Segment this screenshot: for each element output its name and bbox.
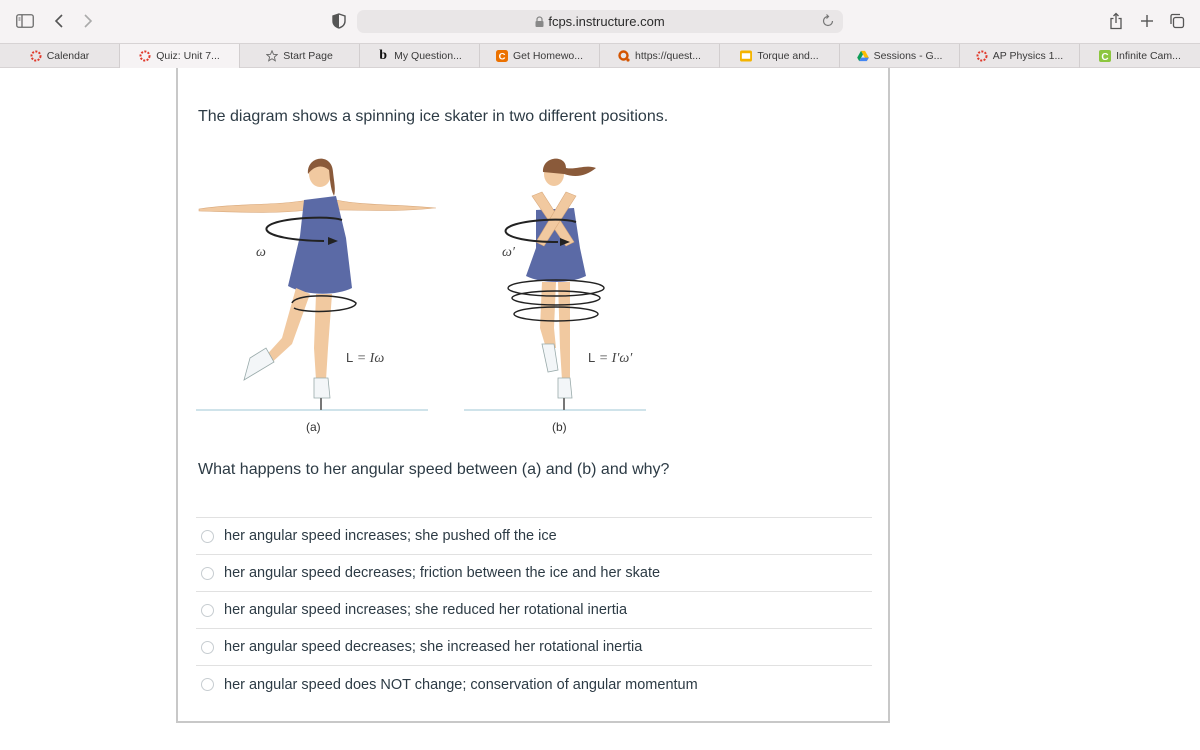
bookmark-my-questions[interactable]: b My Question... (360, 44, 480, 68)
panel-b-label: (b) (552, 420, 567, 434)
answer-option[interactable]: her angular speed decreases; friction be… (196, 555, 872, 592)
infinite-campus-icon: C (1099, 50, 1112, 62)
google-drive-icon (856, 50, 869, 62)
answer-option[interactable]: her angular speed increases; she pushed … (196, 518, 872, 555)
share-icon[interactable] (1105, 10, 1127, 32)
chevron-left-icon[interactable] (48, 10, 70, 32)
panel-a-label: (a) (306, 420, 321, 434)
svg-text:C: C (1101, 52, 1108, 62)
answer-text: her angular speed does NOT change; conse… (224, 676, 698, 693)
skater-panel-b: ω′ L = I′ω′ (b) (464, 158, 646, 434)
canvas-icon (976, 50, 988, 62)
bartleby-icon: b (379, 48, 388, 63)
lock-icon (535, 15, 544, 30)
question-text: What happens to her angular speed betwee… (198, 461, 670, 478)
chevron-right-icon[interactable] (77, 10, 99, 32)
equation-b: L = I′ω′ (588, 350, 633, 366)
bookmark-start-page[interactable]: Start Page (240, 44, 360, 68)
url-text: fcps.instructure.com (548, 14, 665, 29)
answer-list: her angular speed increases; she pushed … (196, 517, 872, 703)
quiz-question-frame: The diagram shows a spinning ice skater … (176, 68, 890, 723)
question-intro: The diagram shows a spinning ice skater … (198, 108, 669, 125)
ice-skater-diagram: ω L = Iω (a) ω′ L = I′ω′ (b) (196, 158, 646, 434)
plus-icon[interactable] (1136, 10, 1158, 32)
browser-toolbar: fcps.instructure.com (0, 0, 1200, 43)
answer-option[interactable]: her angular speed increases; she reduced… (196, 592, 872, 629)
bookmark-quiz-unit-7[interactable]: Quiz: Unit 7... (120, 44, 240, 68)
omega-label-b: ω′ (502, 245, 516, 260)
canvas-icon (139, 50, 151, 62)
tabs-overview-icon[interactable] (1166, 10, 1188, 32)
address-bar[interactable]: fcps.instructure.com (357, 10, 843, 33)
bookmark-infinite-campus[interactable]: C Infinite Cam... (1080, 44, 1200, 68)
slides-icon (740, 50, 753, 62)
chegg-icon: C (495, 50, 508, 63)
star-icon (266, 50, 279, 62)
radio-button[interactable] (201, 603, 214, 617)
quest-icon (618, 50, 630, 62)
reload-icon[interactable] (821, 13, 835, 34)
bookmark-torque[interactable]: Torque and... (720, 44, 840, 68)
svg-text:C: C (499, 52, 506, 63)
right-leg (314, 294, 332, 380)
bookmark-get-homework[interactable]: C Get Homewo... (480, 44, 600, 68)
radio-button[interactable] (201, 640, 214, 654)
answer-text: her angular speed decreases; friction be… (224, 565, 661, 581)
skate-left (541, 343, 559, 373)
motion-lines-b (507, 279, 605, 322)
skate-right (557, 377, 573, 399)
right-leg (558, 282, 570, 380)
sidebar-icon[interactable] (14, 10, 36, 32)
bookmarks-bar: Calendar Quiz: Unit 7... Start Page b My… (0, 43, 1200, 68)
skate-right (313, 377, 331, 399)
radio-button[interactable] (201, 566, 214, 580)
bookmark-calendar[interactable]: Calendar (0, 44, 120, 68)
bookmark-sessions[interactable]: Sessions - G... (840, 44, 960, 68)
bookmark-ap-physics[interactable]: AP Physics 1... (960, 44, 1080, 68)
shield-icon[interactable] (328, 10, 350, 32)
equation-a: L = Iω (346, 350, 384, 366)
radio-button[interactable] (201, 529, 214, 543)
answer-option[interactable]: her angular speed decreases; she increas… (196, 629, 872, 666)
answer-text: her angular speed increases; she reduced… (224, 602, 628, 618)
omega-label-a: ω (256, 245, 266, 260)
radio-button[interactable] (201, 678, 214, 691)
skater-panel-a: ω L = Iω (a) (196, 158, 437, 434)
canvas-icon (30, 50, 42, 62)
answer-option[interactable]: her angular speed does NOT change; conse… (196, 666, 872, 703)
answer-text: her angular speed decreases; she increas… (224, 639, 643, 655)
answer-text: her angular speed increases; she pushed … (224, 528, 557, 544)
bookmark-quest[interactable]: https://quest... (600, 44, 720, 68)
